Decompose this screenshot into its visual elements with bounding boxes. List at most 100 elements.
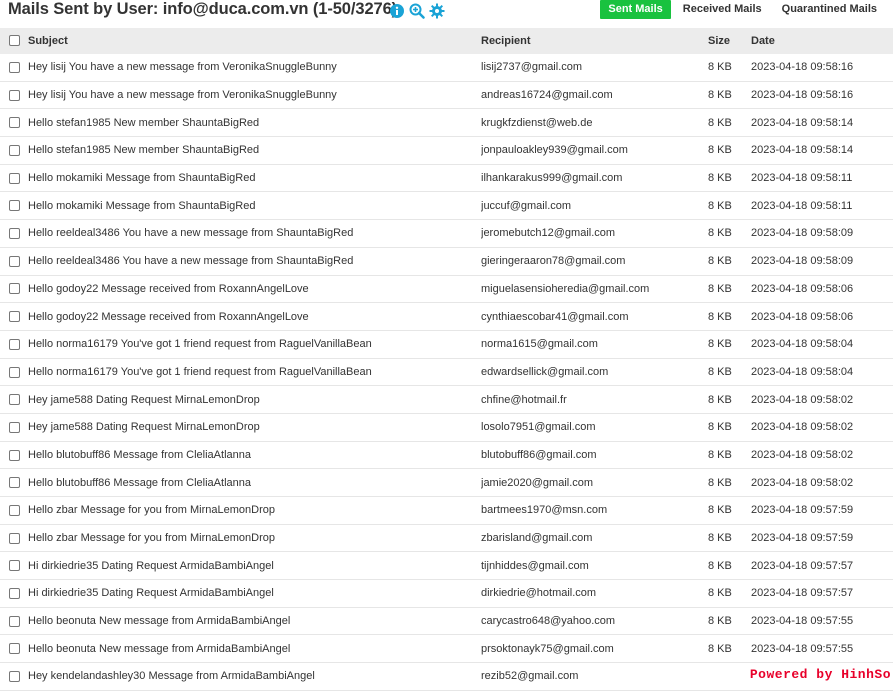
mail-recipient: losolo7951@gmail.com: [481, 413, 708, 442]
zoom-icon[interactable]: [409, 3, 425, 19]
mail-subject[interactable]: Hello norma16179 You've got 1 friend req…: [28, 358, 481, 387]
table-row[interactable]: Hello reeldeal3486 You have a new messag…: [0, 247, 893, 276]
tab-received-mails[interactable]: Received Mails: [675, 0, 770, 19]
row-checkbox[interactable]: [9, 311, 20, 323]
row-checkbox[interactable]: [9, 172, 20, 184]
row-select-cell: [0, 54, 28, 82]
table-row[interactable]: Hello godoy22 Message received from Roxa…: [0, 302, 893, 331]
table-row[interactable]: Hello beonuta New message from ArmidaBam…: [0, 634, 893, 664]
mail-subject[interactable]: Hey lisij You have a new message from Ve…: [28, 81, 481, 110]
mail-recipient: carycastro648@yahoo.com: [481, 607, 708, 636]
table-row[interactable]: Hey lisij You have a new message from Ve…: [0, 81, 893, 110]
row-checkbox[interactable]: [9, 200, 20, 212]
mail-subject[interactable]: Hello godoy22 Message received from Roxa…: [28, 275, 481, 304]
table-row[interactable]: Hello zbar Message for you from MirnaLem…: [0, 496, 893, 525]
table-row[interactable]: Hello stefan1985 New member ShauntaBigRe…: [0, 136, 893, 165]
row-checkbox[interactable]: [9, 671, 20, 683]
mail-recipient: norma1615@gmail.com: [481, 330, 708, 359]
table-row[interactable]: Hey jame588 Dating Request MirnaLemonDro…: [0, 413, 893, 442]
mail-subject[interactable]: Hey kendelandashley30 Message from Armid…: [28, 662, 481, 691]
mail-subject[interactable]: Hi dirkiedrie35 Dating Request ArmidaBam…: [28, 579, 481, 608]
table-row[interactable]: Hello beonuta New message from ArmidaBam…: [0, 607, 893, 636]
info-icon[interactable]: [389, 3, 405, 19]
table-row[interactable]: Hello reeldeal3486 You have a new messag…: [0, 219, 893, 248]
row-checkbox[interactable]: [9, 89, 20, 101]
mail-size: 8 KB: [708, 579, 751, 608]
tab-sent-mails[interactable]: Sent Mails: [600, 0, 671, 19]
row-checkbox[interactable]: [9, 117, 20, 129]
row-checkbox[interactable]: [9, 145, 20, 156]
column-header-size[interactable]: Size: [708, 28, 751, 54]
gear-icon[interactable]: [429, 3, 445, 19]
table-row[interactable]: Hello blutobuff86 Message from CleliaAtl…: [0, 468, 893, 497]
mail-subject[interactable]: Hey jame588 Dating Request MirnaLemonDro…: [28, 413, 481, 442]
row-checkbox[interactable]: [9, 394, 20, 406]
table-row[interactable]: Hello norma16179 You've got 1 friend req…: [0, 358, 893, 387]
table-row[interactable]: Hi dirkiedrie35 Dating Request ArmidaBam…: [0, 579, 893, 608]
table-row[interactable]: Hey jame588 Dating Request MirnaLemonDro…: [0, 385, 893, 414]
row-checkbox[interactable]: [9, 588, 20, 599]
table-row[interactable]: Hello norma16179 You've got 1 friend req…: [0, 330, 893, 359]
row-select-cell: [0, 524, 28, 553]
mail-date: 2023-04-18 09:58:02: [751, 441, 893, 470]
row-checkbox[interactable]: [9, 477, 20, 489]
column-header-subject[interactable]: Subject: [28, 28, 481, 54]
table-row[interactable]: Hello zbar Message for you from MirnaLem…: [0, 524, 893, 553]
mail-subject[interactable]: Hello zbar Message for you from MirnaLem…: [28, 496, 481, 525]
mail-date: 2023-04-18 09:58:09: [751, 247, 893, 276]
table-row[interactable]: Hi dirkiedrie35 Dating Request ArmidaBam…: [0, 551, 893, 581]
mail-date: 2023-04-18 09:58:04: [751, 330, 893, 359]
tab-quarantined-mails[interactable]: Quarantined Mails: [774, 0, 885, 19]
mail-subject[interactable]: Hello blutobuff86 Message from CleliaAtl…: [28, 468, 481, 497]
mail-size: 8 KB: [708, 441, 751, 470]
row-checkbox[interactable]: [9, 615, 20, 627]
table-row[interactable]: Hello godoy22 Message received from Roxa…: [0, 275, 893, 304]
column-header-date[interactable]: Date: [751, 28, 893, 54]
title-icons: [389, 3, 445, 19]
mail-subject[interactable]: Hello blutobuff86 Message from CleliaAtl…: [28, 441, 481, 470]
mail-recipient: blutobuff86@gmail.com: [481, 441, 708, 470]
row-checkbox[interactable]: [9, 449, 20, 461]
mail-recipient: bartmees1970@msn.com: [481, 496, 708, 525]
table-row[interactable]: Hey lisij You have a new message from Ve…: [0, 54, 893, 82]
mail-subject[interactable]: Hello beonuta New message from ArmidaBam…: [28, 634, 481, 664]
mail-recipient: jeromebutch12@gmail.com: [481, 219, 708, 248]
mail-subject[interactable]: Hello reeldeal3486 You have a new messag…: [28, 219, 481, 248]
mail-subject[interactable]: Hello norma16179 You've got 1 friend req…: [28, 330, 481, 359]
row-checkbox[interactable]: [9, 366, 20, 378]
select-all-checkbox[interactable]: [9, 35, 20, 47]
row-checkbox[interactable]: [9, 421, 20, 433]
mail-date: 2023-04-18 09:58:02: [751, 385, 893, 414]
mail-subject[interactable]: Hello godoy22 Message received from Roxa…: [28, 302, 481, 331]
row-checkbox[interactable]: [9, 61, 20, 73]
mail-subject[interactable]: Hello beonuta New message from ArmidaBam…: [28, 607, 481, 636]
mail-date: 2023-04-18 09:58:16: [751, 81, 893, 110]
mail-recipient: zbarisland@gmail.com: [481, 524, 708, 553]
row-checkbox[interactable]: [9, 560, 20, 572]
row-checkbox[interactable]: [9, 228, 20, 240]
row-checkbox[interactable]: [9, 643, 20, 655]
mail-recipient: prsoktonayk75@gmail.com: [481, 634, 708, 664]
row-checkbox[interactable]: [9, 504, 20, 516]
row-checkbox[interactable]: [9, 532, 20, 544]
row-checkbox[interactable]: [9, 255, 20, 267]
mail-subject[interactable]: Hello reeldeal3486 You have a new messag…: [28, 247, 481, 276]
mail-subject[interactable]: Hello stefan1985 New member ShauntaBigRe…: [28, 108, 481, 138]
mail-subject[interactable]: Hey lisij You have a new message from Ve…: [28, 54, 481, 82]
row-checkbox[interactable]: [9, 338, 20, 350]
mail-recipient: rezib52@gmail.com: [481, 662, 708, 691]
mail-size: 8 KB: [708, 358, 751, 387]
row-checkbox[interactable]: [9, 283, 20, 295]
mail-subject[interactable]: Hi dirkiedrie35 Dating Request ArmidaBam…: [28, 551, 481, 581]
table-row[interactable]: Hello mokamiki Message from ShauntaBigRe…: [0, 164, 893, 193]
mail-subject[interactable]: Hello stefan1985 New member ShauntaBigRe…: [28, 136, 481, 165]
mail-size: 8 KB: [708, 468, 751, 497]
mail-subject[interactable]: Hello zbar Message for you from MirnaLem…: [28, 524, 481, 553]
mail-subject[interactable]: Hello mokamiki Message from ShauntaBigRe…: [28, 164, 481, 193]
table-row[interactable]: Hello stefan1985 New member ShauntaBigRe…: [0, 108, 893, 138]
column-header-recipient[interactable]: Recipient: [481, 28, 708, 54]
mail-subject[interactable]: Hello mokamiki Message from ShauntaBigRe…: [28, 191, 481, 221]
table-row[interactable]: Hello mokamiki Message from ShauntaBigRe…: [0, 191, 893, 221]
table-row[interactable]: Hello blutobuff86 Message from CleliaAtl…: [0, 441, 893, 470]
mail-subject[interactable]: Hey jame588 Dating Request MirnaLemonDro…: [28, 385, 481, 414]
